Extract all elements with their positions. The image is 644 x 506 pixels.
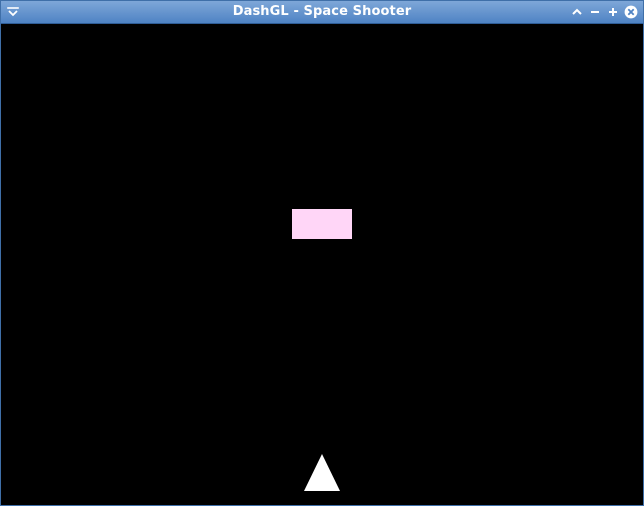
app-window: DashGL - Space Shooter bbox=[0, 0, 644, 506]
shade-button[interactable] bbox=[569, 4, 585, 20]
player-ship bbox=[304, 454, 340, 491]
titlebar[interactable]: DashGL - Space Shooter bbox=[1, 1, 643, 24]
window-controls bbox=[569, 4, 639, 20]
minimize-button[interactable] bbox=[587, 4, 603, 20]
window-menu-icon[interactable] bbox=[5, 4, 21, 20]
enemy-rectangle bbox=[292, 209, 352, 239]
game-canvas[interactable] bbox=[1, 24, 643, 505]
window-title: DashGL - Space Shooter bbox=[232, 4, 412, 19]
maximize-button[interactable] bbox=[605, 4, 621, 20]
close-button[interactable] bbox=[623, 4, 639, 20]
